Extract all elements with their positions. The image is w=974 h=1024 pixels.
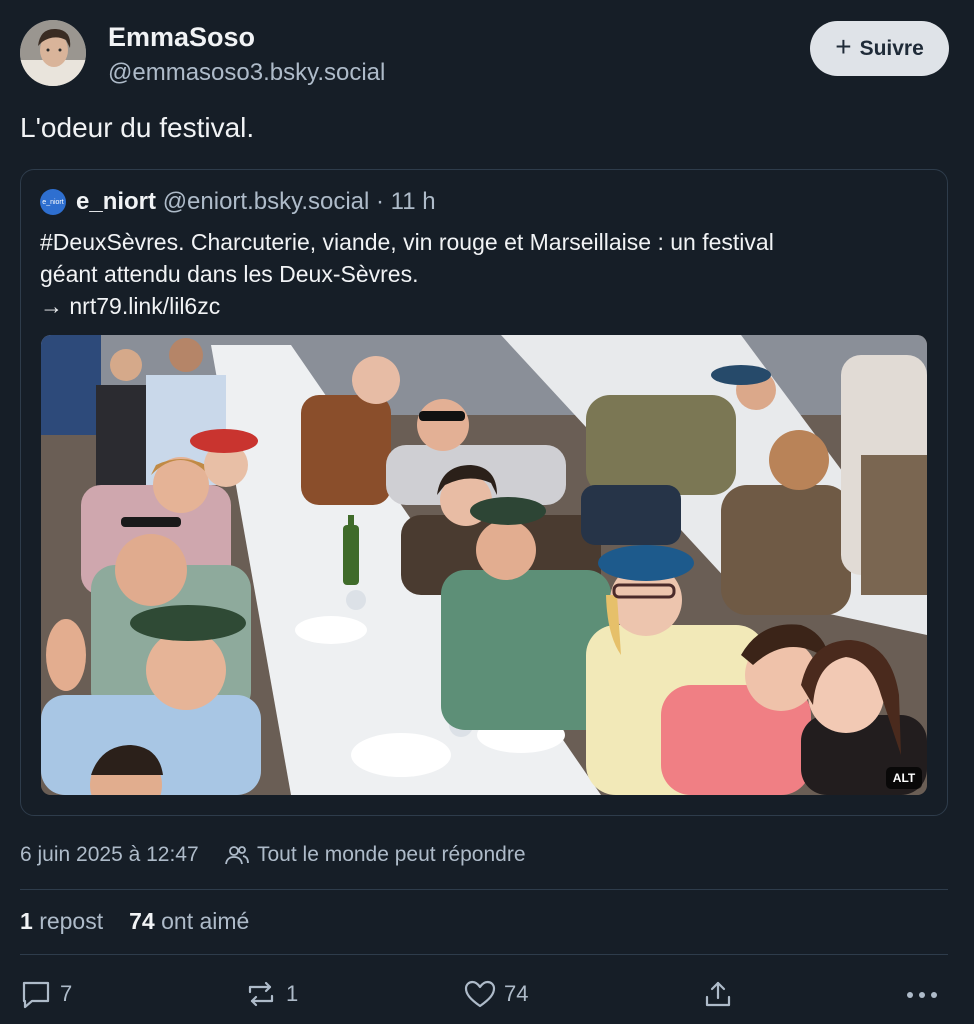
author-display-name[interactable]: EmmaSoso <box>108 22 255 53</box>
reposts-stat[interactable]: 1 repost <box>20 908 103 935</box>
post-timestamp: 6 juin 2025 à 12:47 <box>20 843 199 866</box>
reposts-count: 1 <box>20 908 33 934</box>
quoted-link[interactable]: → nrt79.link/lil6zc <box>40 290 920 322</box>
like-button[interactable]: 74 <box>464 979 528 1009</box>
divider <box>20 954 948 955</box>
reply-setting[interactable]: Tout le monde peut répondre <box>225 843 526 867</box>
share-icon <box>705 981 731 1007</box>
author-avatar[interactable] <box>20 20 86 86</box>
post-stats: 1 repost 74 ont aimé <box>20 908 249 935</box>
repost-count: 1 <box>286 981 299 1006</box>
image-alt-badge[interactable]: ALT <box>886 767 922 789</box>
quoted-text-line: #DeuxSèvres. Charcuterie, viande, vin ro… <box>40 229 774 255</box>
repost-icon <box>248 981 274 1007</box>
quoted-author-name[interactable]: e_niort <box>76 188 156 215</box>
post-text: L'odeur du festival. <box>20 112 255 143</box>
share-button[interactable] <box>703 979 733 1009</box>
follow-button[interactable]: + Suivre <box>810 21 949 76</box>
quoted-post-image[interactable] <box>41 335 927 795</box>
quoted-author-avatar[interactable]: e_niort <box>40 189 66 215</box>
quoted-post-header: e_niort @eniort.bsky.social · 11 h <box>76 188 436 216</box>
reply-count: 7 <box>60 981 73 1006</box>
plus-icon: + <box>835 31 852 62</box>
like-count: 74 <box>504 981 529 1006</box>
repost-button[interactable]: 1 <box>244 979 298 1009</box>
reply-button[interactable]: 7 <box>20 979 72 1009</box>
quoted-post-text: #DeuxSèvres. Charcuterie, viande, vin ro… <box>40 226 920 322</box>
more-icon <box>907 992 937 998</box>
follow-button-label: Suivre <box>859 36 924 60</box>
reply-setting-label: Tout le monde peut répondre <box>257 843 526 866</box>
reposts-label: repost <box>39 908 104 934</box>
reply-icon <box>22 981 50 1009</box>
likes-stat[interactable]: 74 ont aimé <box>129 908 249 935</box>
likes-label: ont aimé <box>161 908 250 934</box>
quoted-avatar-text: e_niort <box>42 198 64 206</box>
quoted-text-line: géant attendu dans les Deux-Sèvres. <box>40 261 419 287</box>
people-icon <box>225 846 249 865</box>
author-handle[interactable]: @emmasoso3.bsky.social <box>108 59 385 87</box>
likes-count: 74 <box>129 908 155 934</box>
quoted-author-meta: @eniort.bsky.social · 11 h <box>162 188 436 215</box>
more-options-button[interactable] <box>905 983 939 1007</box>
divider <box>20 889 948 890</box>
heart-icon <box>464 980 496 1008</box>
